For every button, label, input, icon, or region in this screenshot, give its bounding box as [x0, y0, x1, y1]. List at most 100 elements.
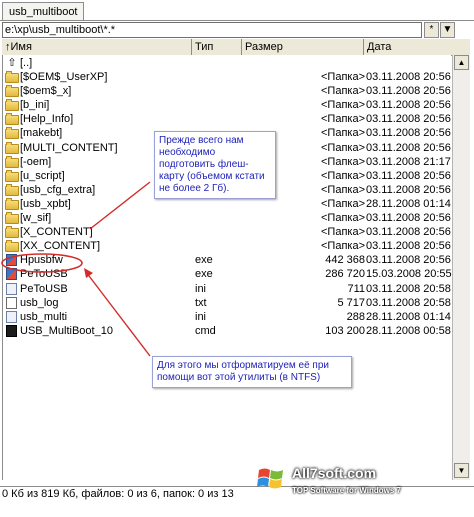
- file-size: <Папка>: [321, 71, 365, 83]
- path-history-button[interactable]: ▼: [440, 22, 455, 38]
- file-row[interactable]: usb_multi ini 288 28.11.2008 01:14: [3, 310, 451, 324]
- file-row[interactable]: [$oem$_x] <Папка> 03.11.2008 20:56: [3, 84, 451, 98]
- file-size: 5 717: [337, 296, 365, 309]
- file-size: 442 368: [325, 254, 365, 267]
- file-size: <Папка>: [321, 99, 365, 112]
- ini-icon: [6, 310, 17, 323]
- status-text: 0 Кб из 819 Кб, файлов: 0 из 6, папок: 0…: [2, 488, 234, 500]
- watermark-tagline: TOP Software for Windows 7: [292, 486, 401, 495]
- exe-icon: [6, 254, 17, 267]
- column-header-size[interactable]: Размер: [242, 39, 364, 55]
- file-type: cmd: [195, 324, 216, 337]
- up-level-label: [..]: [20, 57, 33, 69]
- file-row[interactable]: usb_log txt 5 717 03.11.2008 20:58: [3, 296, 451, 310]
- folder-icon: [5, 127, 19, 140]
- folder-icon: [5, 141, 19, 154]
- file-type: ini: [195, 310, 207, 323]
- file-manager-window: usb_multiboot e:\xp\usb_multiboot\*.* * …: [0, 0, 474, 517]
- file-name: PeToUSB: [20, 282, 68, 295]
- file-name: [u_script]: [20, 169, 65, 182]
- file-date: 03.11.2008 20:56: [366, 127, 451, 140]
- file-name: USB_MultiBoot_10: [20, 324, 113, 337]
- file-name: [b_ini]: [20, 99, 50, 112]
- file-name: usb_multi: [20, 310, 68, 323]
- file-row[interactable]: USB_MultiBoot_10 cmd 103 200 28.11.2008 00:…: [3, 324, 451, 338]
- file-row[interactable]: [b_ini] <Папка> 03.11.2008 20:56: [3, 98, 451, 112]
- column-headers: ↑Имя Тип Размер Дата: [2, 38, 470, 56]
- file-row[interactable]: [X_CONTENT] <Папка> 03.11.2008 20:56: [3, 225, 451, 239]
- file-date: 03.11.2008 20:56: [366, 254, 451, 267]
- column-header-type[interactable]: Тип: [192, 39, 242, 55]
- windows-flag-icon: [257, 468, 283, 489]
- file-name: [Help_Info]: [20, 113, 74, 126]
- file-size: <Папка>: [321, 141, 365, 154]
- scroll-up-button[interactable]: ▲: [454, 55, 469, 70]
- file-size: <Папка>: [321, 155, 365, 168]
- file-size: 711: [347, 282, 365, 295]
- file-size: <Папка>: [321, 169, 365, 182]
- up-arrow-icon: ⇧: [7, 57, 17, 69]
- file-date: 03.11.2008 20:56: [366, 113, 451, 126]
- file-row[interactable]: [Help_Info] <Папка> 03.11.2008 20:56: [3, 112, 451, 126]
- exe-icon: [6, 268, 17, 281]
- file-date: 28.11.2008 01:14: [366, 310, 451, 323]
- watermark-site: All7soft.com: [292, 465, 377, 481]
- file-row[interactable]: Hpusbfw exe 442 368 03.11.2008 20:56: [3, 253, 451, 267]
- file-row[interactable]: PeToUSB exe 286 720 15.03.2008 20:55: [3, 267, 452, 281]
- file-date: 03.11.2008 20:56: [366, 212, 451, 224]
- vertical-scrollbar[interactable]: ▲ ▼: [452, 55, 470, 480]
- file-date: 03.11.2008 20:56: [366, 71, 451, 83]
- file-row[interactable]: [w_sif] <Папка> 03.11.2008 20:56: [3, 211, 451, 225]
- file-date: 03.11.2008 20:56: [366, 226, 451, 239]
- file-row[interactable]: [XX_CONTENT] <Папка> 03.11.2008 20:56: [3, 239, 451, 253]
- file-name: [X_CONTENT]: [20, 226, 93, 239]
- txt-icon: [6, 296, 17, 309]
- file-row[interactable]: [$OEM$_UserXP] <Папка> 03.11.2008 20:56: [3, 70, 451, 84]
- file-date: 03.11.2008 21:17: [366, 155, 451, 168]
- file-name: [makebt]: [20, 127, 63, 140]
- folder-icon: [5, 226, 19, 239]
- file-size: <Папка>: [321, 85, 365, 98]
- file-date: 03.11.2008 20:58: [366, 282, 451, 295]
- column-header-name[interactable]: ↑Имя: [2, 39, 192, 55]
- annotation-note-1: Прежде всего нам необходимо подготовить …: [154, 131, 276, 199]
- folder-icon: [5, 155, 19, 168]
- folder-icon: [5, 240, 19, 253]
- file-size: <Папка>: [321, 240, 365, 253]
- file-size: <Папка>: [321, 197, 365, 210]
- file-date: 03.11.2008 20:56: [366, 99, 451, 112]
- file-name: usb_log: [20, 296, 59, 309]
- folder-icon: [5, 183, 19, 196]
- file-row[interactable]: PeToUSB ini 711 03.11.2008 20:58: [3, 282, 451, 296]
- file-name: [$OEM$_UserXP]: [20, 71, 108, 83]
- file-size: <Папка>: [321, 212, 365, 224]
- file-name: PeToUSB: [20, 268, 68, 281]
- folder-icon: [5, 212, 19, 224]
- file-date: 28.11.2008 01:14: [366, 197, 451, 210]
- file-date: 03.11.2008 20:56: [366, 183, 451, 196]
- file-name: [w_sif]: [20, 212, 52, 224]
- annotation-note-2: Для этого мы отформатируем её при помощи…: [152, 356, 352, 388]
- file-type: txt: [195, 296, 207, 309]
- tab-divider: [0, 20, 474, 21]
- folder-icon: [5, 85, 19, 98]
- path-filter-button[interactable]: *: [424, 22, 439, 38]
- file-size: <Папка>: [321, 226, 365, 239]
- file-name: [$oem$_x]: [20, 85, 72, 98]
- file-size: 286 720: [325, 268, 365, 281]
- file-date: 28.11.2008 00:58: [366, 324, 451, 337]
- file-name: [XX_CONTENT]: [20, 240, 101, 253]
- watermark-logo: All7soft.com TOP Software for Windows 7: [256, 462, 468, 502]
- file-type: exe: [195, 254, 213, 267]
- folder-icon: [5, 197, 19, 210]
- column-header-date[interactable]: Дата: [364, 39, 470, 55]
- file-list: ⇧ [..] [$OEM$_UserXP] <Папка> 03.11.2008 2…: [2, 55, 452, 480]
- tab-usb-multiboot[interactable]: usb_multiboot: [2, 2, 84, 20]
- file-date: 15.03.2008 20:55: [366, 268, 452, 281]
- path-field[interactable]: e:\xp\usb_multiboot\*.*: [2, 22, 422, 38]
- file-name: Hpusbfw: [20, 254, 63, 267]
- file-size: 103 200: [325, 324, 365, 337]
- up-level-row[interactable]: ⇧ [..]: [3, 56, 451, 70]
- file-size: <Папка>: [321, 183, 365, 196]
- file-size: <Папка>: [321, 113, 365, 126]
